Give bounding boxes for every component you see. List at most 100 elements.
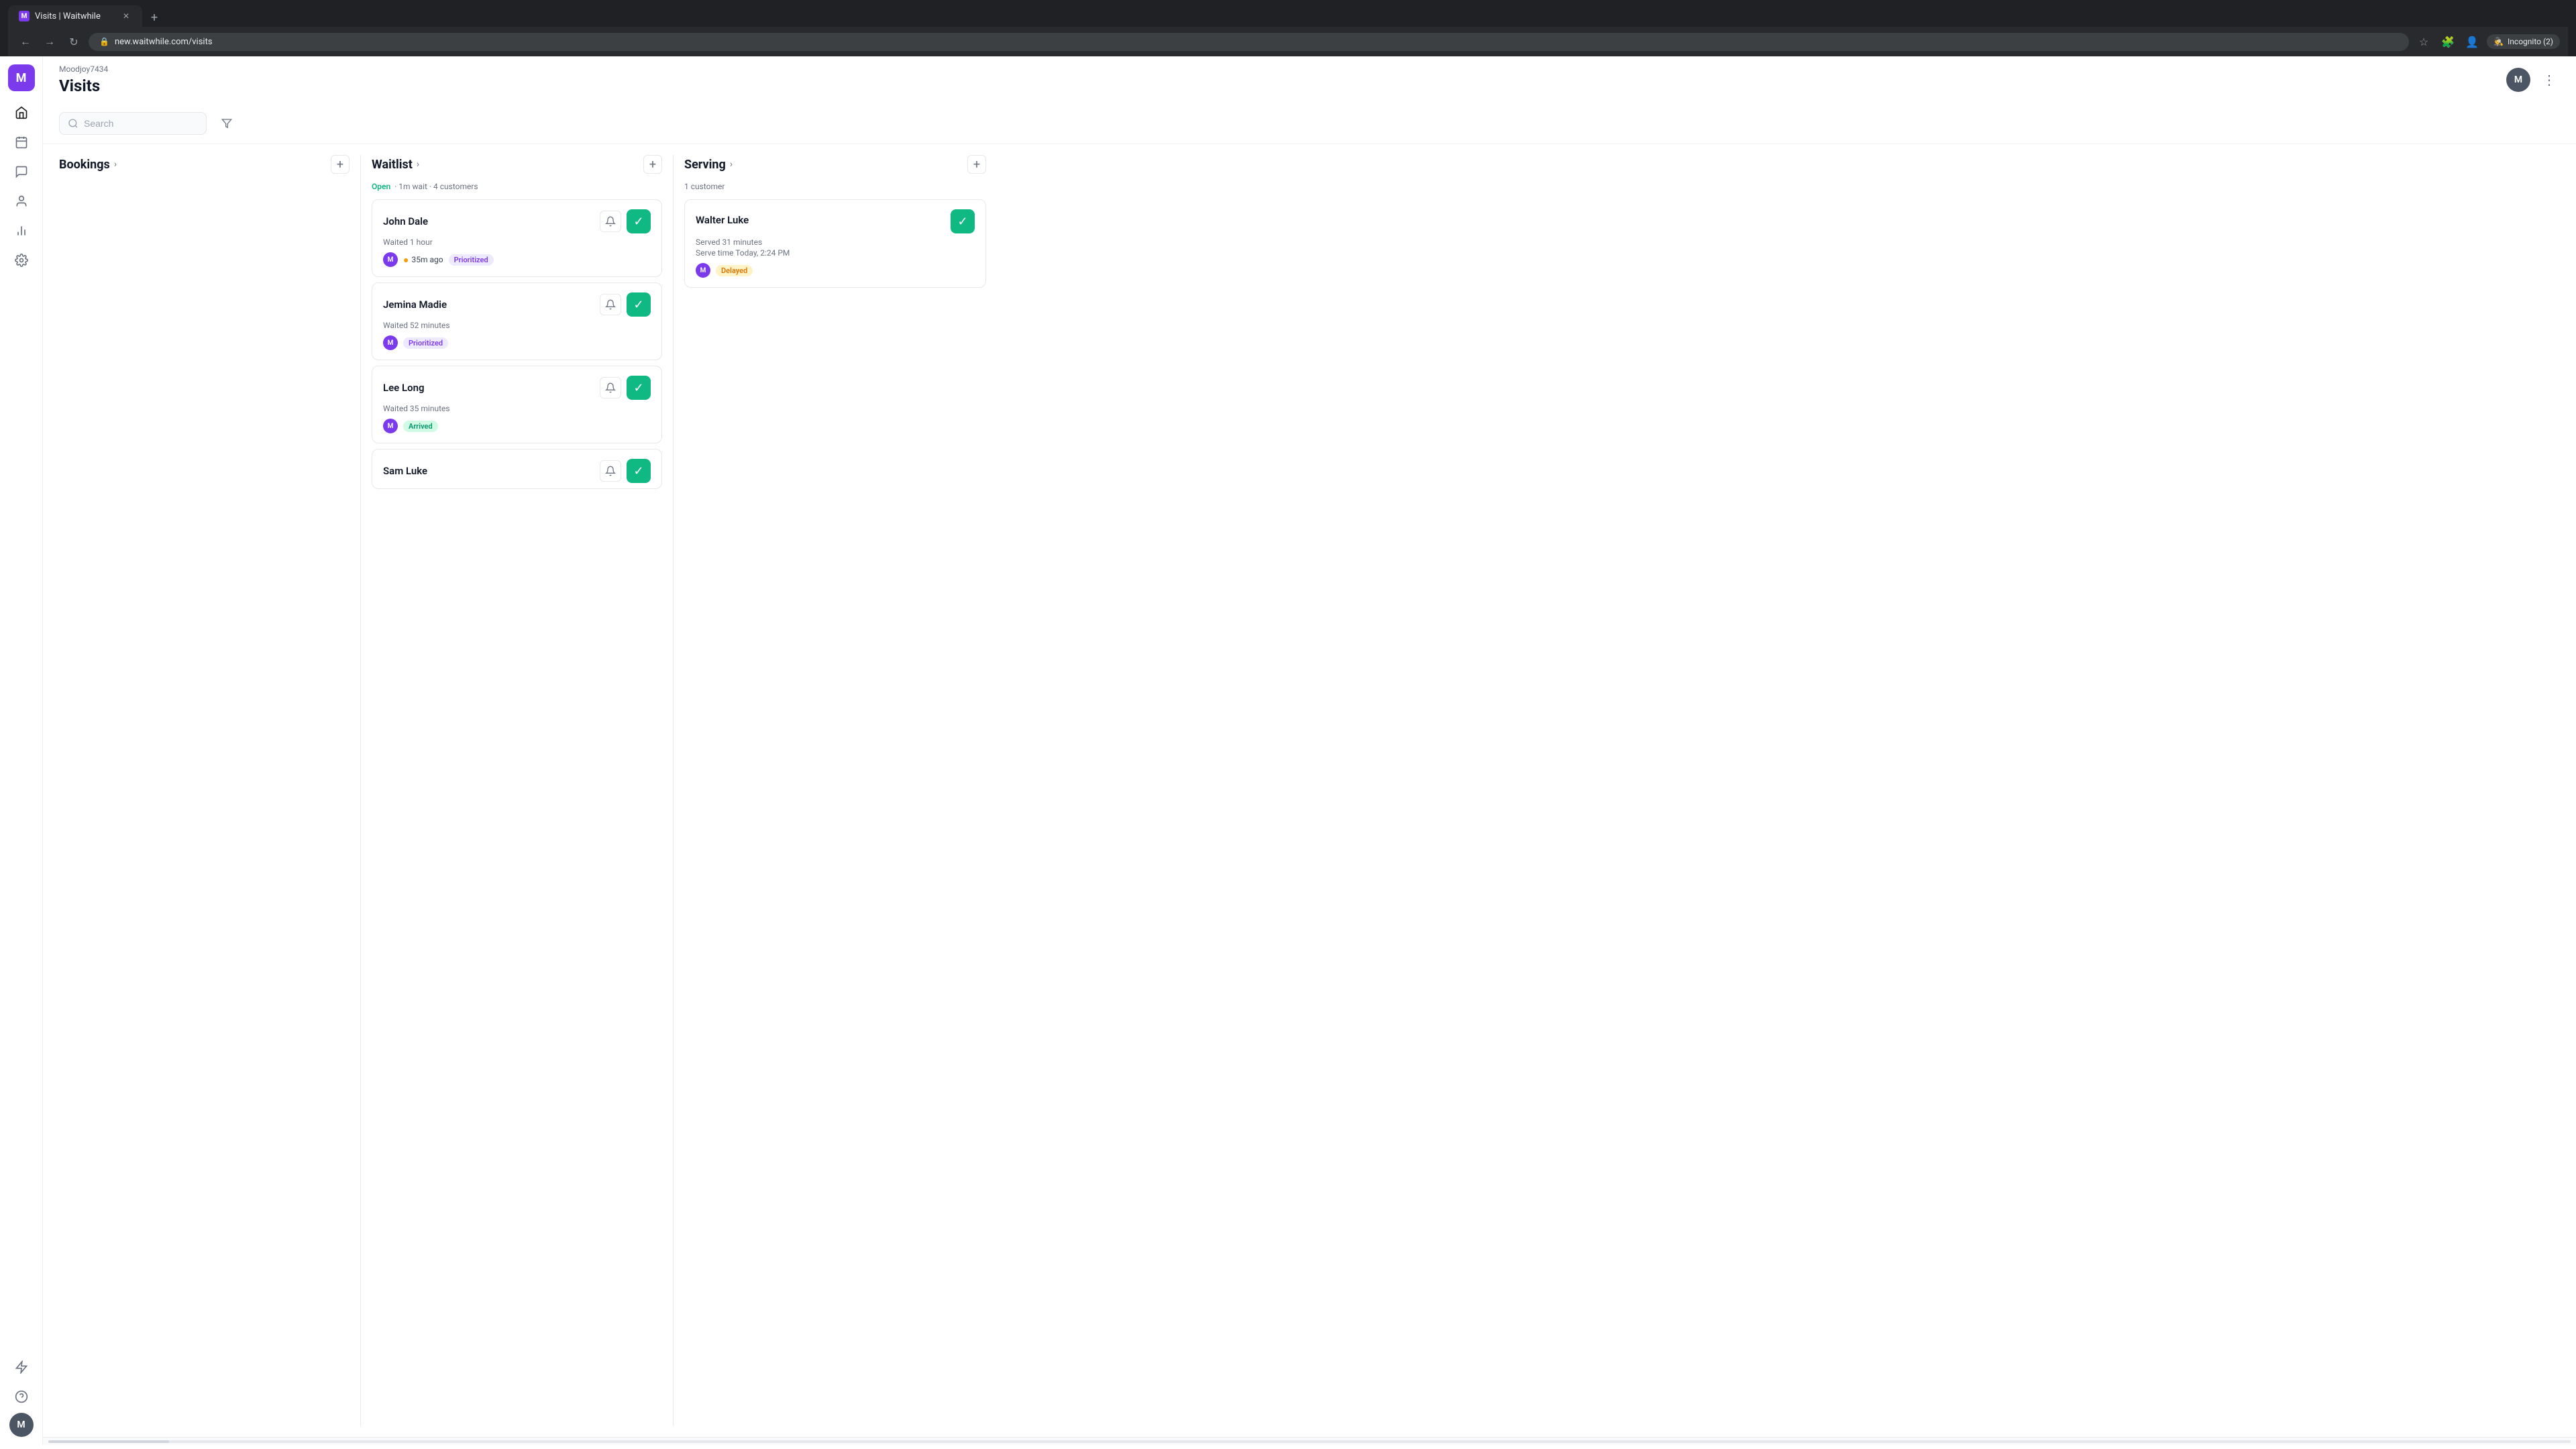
waitlist-card-sam-luke[interactable]: Sam Luke ✓ [372,449,662,489]
top-bar-row: Moodjoy7434 Visits M ⋮ [59,64,2560,103]
url-bar[interactable]: 🔒 new.waitwhile.com/visits [89,33,2409,51]
card-header: Walter Luke ✓ [696,209,975,233]
search-input[interactable] [84,118,191,129]
serving-chevron-icon: › [730,159,733,170]
url-text: new.waitwhile.com/visits [115,37,213,47]
sidebar-item-calendar[interactable] [8,129,35,156]
served-time: Served 31 minutes [696,237,975,247]
card-header: John Dale ✓ [383,209,651,233]
serve-button[interactable]: ✓ [627,209,651,233]
bookings-column: Bookings › + [59,155,361,1426]
active-tab[interactable]: M Visits | Waitwhile ✕ [8,5,142,27]
sidebar-item-people[interactable] [8,188,35,215]
waitlist-status: Open · 1m wait · 4 customers [372,182,662,191]
customer-name: Walter Luke [696,214,749,226]
notify-button[interactable] [600,211,621,232]
app-logo[interactable]: M [8,64,35,91]
notify-button[interactable] [600,294,621,315]
horizontal-scrollbar[interactable] [43,1437,2576,1445]
customer-avatar: M [383,252,398,267]
scrollbar-track [48,1440,2571,1443]
card-header: Jemina Madie ✓ [383,292,651,317]
waitlist-cards-list: John Dale ✓ Wai [372,199,662,1426]
card-actions: ✓ [951,209,975,233]
bookings-add-button[interactable]: + [331,155,350,174]
card-footer: M Delayed [696,263,975,278]
bookings-title: Bookings [59,158,110,172]
sidebar-item-analytics[interactable] [8,217,35,244]
bookings-title-group: Bookings › [59,158,117,172]
card-header: Lee Long ✓ [383,376,651,400]
serve-button[interactable]: ✓ [627,292,651,317]
notify-button[interactable] [600,377,621,398]
filter-button[interactable] [215,111,239,136]
waitlist-chevron-icon: › [417,159,419,170]
priority-badge: Prioritized [403,337,448,349]
waitlist-title: Waitlist [372,158,413,172]
new-tab-button[interactable]: + [145,8,164,27]
incognito-icon: 🕵 [2493,37,2504,46]
back-button[interactable]: ← [16,32,35,51]
serving-title: Serving [684,158,726,172]
sidebar-item-chat[interactable] [8,158,35,185]
sidebar-item-home[interactable] [8,99,35,126]
header-user-avatar[interactable]: M [2506,68,2530,92]
card-actions: ✓ [600,459,651,483]
card-actions: ✓ [600,209,651,233]
search-bar [59,103,2560,144]
customer-name: Jemina Madie [383,299,447,311]
serve-button[interactable]: ✓ [627,376,651,400]
serving-add-button[interactable]: + [967,155,986,174]
customer-avatar: M [696,263,710,278]
serve-button[interactable]: ✓ [627,459,651,483]
bookings-column-header: Bookings › + [59,155,350,174]
reload-button[interactable]: ↻ [64,32,83,51]
waitlist-add-button[interactable]: + [643,155,662,174]
forward-button[interactable]: → [40,32,59,51]
top-bar-actions: M ⋮ [2506,68,2560,92]
waitlist-title-group: Waitlist › [372,158,419,172]
priority-badge: Prioritized [449,254,494,266]
search-wrapper [59,112,207,135]
waitlist-card-jemina-madie[interactable]: Jemina Madie ✓ [372,282,662,360]
more-options-button[interactable]: ⋮ [2538,69,2560,91]
serving-card-walter-luke[interactable]: Walter Luke ✓ Served 31 minutes Serve ti… [684,199,986,288]
top-bar: Moodjoy7434 Visits M ⋮ [43,56,2576,144]
status-open-label: Open [372,182,390,191]
sidebar-item-help[interactable] [8,1383,35,1410]
card-footer: M Arrived [383,419,651,433]
notify-button[interactable] [600,460,621,482]
scrollbar-thumb[interactable] [48,1440,169,1443]
customer-avatar: M [383,335,398,350]
tab-close-button[interactable]: ✕ [121,11,131,21]
wait-time: Waited 35 minutes [383,404,651,413]
card-actions: ✓ [600,376,651,400]
incognito-badge: 🕵 Incognito (2) [2487,34,2560,49]
extensions-button[interactable]: 🧩 [2438,32,2457,51]
delayed-badge: Delayed [716,265,753,276]
customer-name: Lee Long [383,382,425,394]
avatar-letter: M [17,1419,25,1430]
browser-toolbar: ← → ↻ 🔒 new.waitwhile.com/visits ☆ 🧩 👤 🕵… [8,27,2568,56]
search-icon [68,118,78,129]
workspace-name: Moodjoy7434 [59,64,108,74]
card-time: ● 35m ago [403,254,443,266]
card-footer: M Prioritized [383,335,651,350]
waitlist-card-john-dale[interactable]: John Dale ✓ Wai [372,199,662,277]
complete-button[interactable]: ✓ [951,209,975,233]
status-detail: · 1m wait · 4 customers [394,182,478,191]
browser-tabs: M Visits | Waitwhile ✕ + [8,5,2568,27]
bookings-cards-list [59,182,350,1426]
serving-column: Serving › + 1 customer Walter Luke ✓ [684,155,986,1426]
waitlist-column-header: Waitlist › + [372,155,662,174]
time-value: 35m ago [411,255,443,264]
sidebar-user-avatar[interactable]: M [9,1413,34,1437]
sidebar-item-settings[interactable] [8,247,35,274]
bookmark-button[interactable]: ☆ [2414,32,2433,51]
profile-button[interactable]: 👤 [2463,32,2481,51]
tab-favicon: M [19,11,30,21]
sidebar-item-power[interactable] [8,1354,35,1381]
waitlist-card-lee-long[interactable]: Lee Long ✓ Wait [372,366,662,443]
browser-chrome: M Visits | Waitwhile ✕ + ← → ↻ 🔒 new.wai… [0,0,2576,56]
time-dot-icon: ● [403,254,409,266]
